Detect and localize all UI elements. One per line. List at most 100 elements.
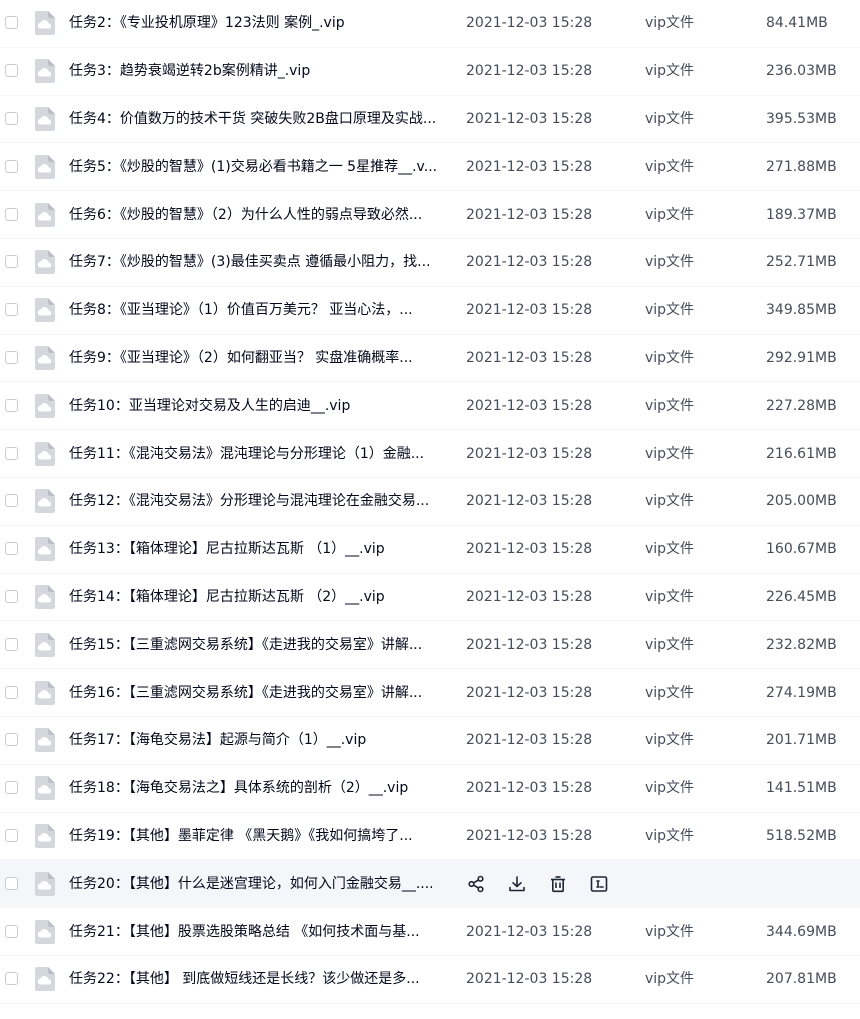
download-icon[interactable] (507, 874, 527, 894)
file-row[interactable]: 任务17：【海龟交易法】起源与简介（1）__.vip 2021-12-03 15… (0, 717, 860, 765)
file-row[interactable]: 任务12：《混沌交易法》分形理论与混沌理论在金融交易... 2021-12-03… (0, 478, 860, 526)
file-name[interactable]: 任务5：《炒股的智慧》(1)交易必看书籍之一 5星推荐__.v... (69, 157, 447, 177)
share-icon[interactable] (466, 874, 486, 894)
file-row[interactable]: 任务2：《专业投机原理》123法则 案例_.vip 2021-12-03 15:… (0, 0, 860, 48)
file-name[interactable]: 任务6：《炒股的智慧》（2）为什么人性的弱点导致必然... (69, 205, 447, 225)
unknown-file-icon (35, 776, 55, 801)
file-row[interactable]: 任务10：亚当理论对交易及人生的启迪__.vip 2021-12-03 15:2… (0, 382, 860, 431)
modified-date: 2021-12-03 15:28 (466, 302, 593, 319)
file-size: 232.82MB (766, 636, 837, 653)
file-row[interactable]: 任务14：【箱体理论】尼古拉斯达瓦斯 （2）__.vip 2021-12-03 … (0, 574, 860, 622)
file-name[interactable]: 任务11：《混沌交易法》混沌理论与分形理论（1）金融... (69, 444, 447, 464)
row-checkbox[interactable] (5, 924, 18, 938)
row-checkbox[interactable] (5, 446, 18, 460)
file-name[interactable]: 任务13：【箱体理论】尼古拉斯达瓦斯 （1）__.vip (69, 539, 447, 559)
modified-date: 2021-12-03 15:28 (466, 493, 593, 510)
file-name[interactable]: 任务20：【其他】什么是迷宫理论，如何入门金融交易__.... (69, 874, 445, 894)
modified-date: 2021-12-03 15:28 (466, 158, 593, 175)
file-type: vip文件 (645, 541, 695, 558)
row-checkbox[interactable] (5, 781, 18, 795)
file-type: vip文件 (645, 206, 695, 223)
row-checkbox[interactable] (5, 733, 18, 747)
row-checkbox[interactable] (5, 207, 18, 221)
file-name[interactable]: 任务7：《炒股的智慧》(3)最佳买卖点 遵循最小阻力，找... (69, 252, 447, 272)
row-checkbox[interactable] (5, 589, 18, 603)
file-row[interactable]: 任务22：【其他】 到底做短线还是长线？该少做还是多... 2021-12-03… (0, 956, 860, 1004)
file-size: 84.41MB (766, 15, 828, 32)
row-checkbox[interactable] (5, 637, 18, 651)
unknown-file-icon (35, 11, 55, 36)
file-type: vip文件 (645, 971, 695, 988)
file-row[interactable]: 任务15：【三重滤网交易系统】《走进我的交易室》讲解... 2021-12-03… (0, 621, 860, 670)
row-checkbox[interactable] (5, 542, 18, 556)
file-name[interactable]: 任务16：【三重滤网交易系统】《走进我的交易室》讲解... (69, 683, 447, 703)
unknown-file-icon (35, 728, 55, 753)
row-checkbox[interactable] (5, 64, 18, 78)
file-size: 207.81MB (766, 971, 837, 988)
file-type: vip文件 (645, 732, 695, 749)
file-size: 226.45MB (766, 588, 837, 605)
file-type: vip文件 (645, 110, 695, 127)
file-row[interactable]: 任务8：《亚当理论》（1）价值百万美元？ 亚当心法，... 2021-12-03… (0, 287, 860, 335)
file-name[interactable]: 任务10：亚当理论对交易及人生的启迪__.vip (69, 396, 447, 416)
file-name[interactable]: 任务19：【其他】墨菲定律 《黑天鹅》《我如何搞垮了... (69, 826, 447, 846)
file-name[interactable]: 任务15：【三重滤网交易系统】《走进我的交易室》讲解... (69, 635, 447, 655)
row-checkbox[interactable] (5, 16, 18, 30)
row-checkbox[interactable] (5, 111, 18, 125)
modified-date: 2021-12-03 15:28 (466, 923, 593, 940)
unknown-file-icon (35, 298, 55, 323)
file-row[interactable]: 任务13：【箱体理论】尼古拉斯达瓦斯 （1）__.vip 2021-12-03 … (0, 526, 860, 574)
file-row[interactable]: 任务19：【其他】墨菲定律 《黑天鹅》《我如何搞垮了... 2021-12-03… (0, 813, 860, 861)
file-size: 518.52MB (766, 827, 837, 844)
modified-date: 2021-12-03 15:28 (466, 827, 593, 844)
unknown-file-icon (35, 441, 55, 466)
row-hover-actions (466, 874, 630, 894)
row-checkbox[interactable] (5, 972, 18, 986)
delete-icon[interactable] (548, 874, 568, 894)
file-size: 141.51MB (766, 780, 837, 797)
file-size: 227.28MB (766, 397, 837, 414)
file-row[interactable]: 任务5：《炒股的智慧》(1)交易必看书籍之一 5星推荐__.v... 2021-… (0, 143, 860, 192)
row-checkbox[interactable] (5, 159, 18, 173)
row-checkbox[interactable] (5, 398, 18, 412)
file-row[interactable]: 任务16：【三重滤网交易系统】《走进我的交易室》讲解... 2021-12-03… (0, 669, 860, 717)
file-name[interactable]: 任务18：【海龟交易法之】具体系统的剖析（2）__.vip (69, 778, 447, 798)
file-name[interactable]: 任务21：【其他】股票选股策略总结 《如何技术面与基... (69, 922, 447, 942)
file-size: 252.71MB (766, 254, 837, 271)
file-name[interactable]: 任务22：【其他】 到底做短线还是长线？该少做还是多... (69, 969, 447, 989)
file-name[interactable]: 任务17：【海龟交易法】起源与简介（1）__.vip (69, 730, 447, 750)
row-checkbox[interactable] (5, 255, 18, 269)
file-row[interactable]: 任务4：价值数万的技术干货 突破失败2B盘口原理及实战... 2021-12-0… (0, 96, 860, 144)
file-name[interactable]: 任务4：价值数万的技术干货 突破失败2B盘口原理及实战... (69, 109, 447, 129)
file-row[interactable]: 任务18：【海龟交易法之】具体系统的剖析（2）__.vip 2021-12-03… (0, 765, 860, 813)
modified-date: 2021-12-03 15:28 (466, 588, 593, 605)
file-size: 349.85MB (766, 302, 837, 319)
unknown-file-icon (35, 59, 55, 84)
file-size: 236.03MB (766, 63, 837, 80)
file-name[interactable]: 任务8：《亚当理论》（1）价值百万美元？ 亚当心法，... (69, 300, 447, 320)
modified-date: 2021-12-03 15:28 (466, 445, 593, 462)
file-row[interactable]: 任务7：《炒股的智慧》(3)最佳买卖点 遵循最小阻力，找... 2021-12-… (0, 239, 860, 287)
modified-date: 2021-12-03 15:28 (466, 732, 593, 749)
file-name[interactable]: 任务12：《混沌交易法》分形理论与混沌理论在金融交易... (69, 491, 447, 511)
file-name[interactable]: 任务9：《亚当理论》（2）如何翻亚当？ 实盘准确概率... (69, 348, 447, 368)
file-row[interactable]: 任务3：趋势衰竭逆转2b案例精讲_.vip 2021-12-03 15:28 v… (0, 48, 860, 96)
file-name[interactable]: 任务2：《专业投机原理》123法则 案例_.vip (69, 13, 447, 33)
file-name[interactable]: 任务14：【箱体理论】尼古拉斯达瓦斯 （2）__.vip (69, 587, 447, 607)
file-name[interactable]: 任务3：趋势衰竭逆转2b案例精讲_.vip (69, 61, 447, 81)
row-checkbox[interactable] (5, 876, 18, 890)
row-checkbox[interactable] (5, 350, 18, 364)
file-row[interactable]: 任务6：《炒股的智慧》（2）为什么人性的弱点导致必然... 2021-12-03… (0, 191, 860, 239)
file-row[interactable]: 任务9：《亚当理论》（2）如何翻亚当？ 实盘准确概率... 2021-12-03… (0, 335, 860, 383)
rename-icon[interactable] (589, 874, 609, 894)
file-row[interactable]: 任务21：【其他】股票选股策略总结 《如何技术面与基... 2021-12-03… (0, 908, 860, 956)
row-checkbox[interactable] (5, 494, 18, 508)
row-checkbox[interactable] (5, 303, 18, 317)
row-checkbox[interactable] (5, 828, 18, 842)
row-checkbox[interactable] (5, 685, 18, 699)
file-size: 292.91MB (766, 349, 837, 366)
file-row[interactable]: 任务11：《混沌交易法》混沌理论与分形理论（1）金融... 2021-12-03… (0, 430, 860, 478)
file-row[interactable]: 任务20：【其他】什么是迷宫理论，如何入门金融交易__.... (0, 860, 860, 909)
unknown-file-icon (35, 106, 55, 131)
modified-date: 2021-12-03 15:28 (466, 780, 593, 797)
